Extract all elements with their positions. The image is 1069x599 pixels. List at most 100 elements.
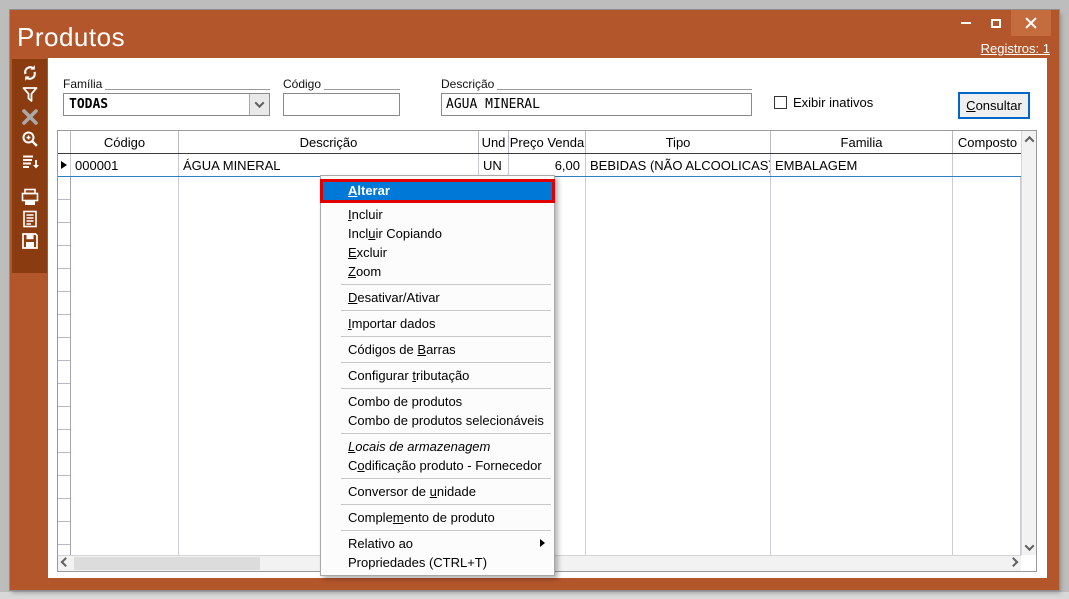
chevron-left-icon xyxy=(61,557,71,567)
menu-item-relativo-ao[interactable]: Relativo ao xyxy=(321,534,554,553)
familia-dropdown-value: TODAS xyxy=(64,94,249,115)
exibir-inativos-label: Exibir inativos xyxy=(793,95,873,110)
menu-item-combo-de-produtos[interactable]: Combo de produtos xyxy=(321,392,554,411)
familia-label-row: Família xyxy=(63,76,270,91)
close-icon xyxy=(1025,17,1037,29)
menu-item-desativar-ativar[interactable]: Desativar/Ativar xyxy=(321,288,554,307)
maximize-button[interactable] xyxy=(981,10,1011,36)
cell-tipo[interactable]: BEBIDAS (NÃO ALCOOLICAS) xyxy=(586,154,771,176)
chevron-up-icon xyxy=(1024,135,1034,145)
grid-column-line xyxy=(952,177,953,555)
codigo-field-group: Código xyxy=(283,76,400,116)
header-codigo[interactable]: Código xyxy=(71,131,179,153)
codigo-input[interactable] xyxy=(283,93,400,116)
menu-item-importar-dados[interactable]: Importar dados xyxy=(321,314,554,333)
consultar-label-post: onsultar xyxy=(976,98,1022,113)
titlebar[interactable]: Produtos Registros: 1 xyxy=(10,10,1059,58)
familia-field-group: Família TODAS xyxy=(63,76,270,116)
desktop-bottom-strip xyxy=(0,592,1069,599)
header-indicator xyxy=(58,131,71,153)
close-button[interactable] xyxy=(1011,10,1051,36)
cell-codigo[interactable]: 000001 xyxy=(71,154,179,176)
header-tipo[interactable]: Tipo xyxy=(586,131,771,153)
cell-preco-venda[interactable]: 6,00 xyxy=(509,154,586,176)
familia-dropdown-button[interactable] xyxy=(249,94,269,115)
menu-item-configurar-tributacao[interactable]: Configurar tributação xyxy=(321,366,554,385)
context-menu: Alterar Incluir Incluir Copiando Excluir… xyxy=(320,175,555,576)
refresh-button[interactable] xyxy=(17,62,43,84)
menu-item-excluir[interactable]: Excluir xyxy=(321,243,554,262)
header-familia[interactable]: Familia xyxy=(771,131,953,153)
scroll-right-button[interactable] xyxy=(1006,556,1021,571)
left-toolbar xyxy=(12,59,47,273)
exibir-inativos-checkbox[interactable] xyxy=(774,96,787,109)
current-row-marker-icon xyxy=(61,161,67,169)
menu-item-locais-de-armazenagem[interactable]: Locais de armazenagem xyxy=(321,437,554,456)
zoom-icon xyxy=(20,129,40,149)
minimize-button[interactable] xyxy=(951,10,981,36)
descricao-label-line xyxy=(497,89,752,90)
print-icon xyxy=(20,187,40,207)
menu-item-incluir[interactable]: Incluir xyxy=(321,205,554,224)
horizontal-scrollbar-thumb[interactable] xyxy=(74,557,260,570)
menu-item-alterar[interactable]: Alterar xyxy=(320,179,555,203)
print-button[interactable] xyxy=(17,186,43,208)
chevron-right-icon xyxy=(1009,557,1019,567)
header-composto[interactable]: Composto xyxy=(953,131,1023,153)
menu-item-combo-de-produtos-selecionaveis[interactable]: Combo de produtos selecionáveis xyxy=(321,411,554,430)
report-button[interactable] xyxy=(17,208,43,230)
menu-item-conversor-de-unidade[interactable]: Conversor de unidade xyxy=(321,482,554,501)
header-und[interactable]: Und xyxy=(479,131,509,153)
minimize-icon xyxy=(961,22,971,24)
cancel-x-icon xyxy=(20,107,40,127)
filter-button[interactable] xyxy=(17,84,43,106)
row-indicator-column xyxy=(58,177,71,555)
cell-und[interactable]: UN xyxy=(479,154,509,176)
window-controls xyxy=(951,10,1051,36)
sort-icon xyxy=(20,151,40,171)
cell-descricao[interactable]: ÁGUA MINERAL xyxy=(179,154,479,176)
grid-header: Código Descrição Und Preço Venda Tipo Fa… xyxy=(58,131,1036,154)
cell-composto[interactable] xyxy=(953,154,1023,176)
menu-item-codificacao-produto-fornecedor[interactable]: Codificação produto - Fornecedor xyxy=(321,456,554,475)
chevron-down-icon xyxy=(255,98,265,108)
familia-label-line xyxy=(105,89,270,90)
menu-item-incluir-copiando[interactable]: Incluir Copiando xyxy=(321,224,554,243)
menu-separator xyxy=(341,336,551,337)
menu-item-propriedades[interactable]: Propriedades (CTRL+T) xyxy=(321,553,554,572)
header-descricao[interactable]: Descrição xyxy=(179,131,479,153)
maximize-icon xyxy=(991,19,1001,28)
grid-column-line xyxy=(178,177,179,555)
descricao-input[interactable] xyxy=(441,93,752,116)
submenu-arrow-icon xyxy=(540,539,545,547)
vertical-scrollbar[interactable] xyxy=(1021,131,1036,555)
scroll-up-button[interactable] xyxy=(1022,131,1036,147)
filter-icon xyxy=(20,85,40,105)
menu-separator xyxy=(341,504,551,505)
menu-item-complemento-de-produto[interactable]: Complemento de produto xyxy=(321,508,554,527)
consultar-button[interactable]: Consultar xyxy=(958,92,1030,119)
menu-item-zoom[interactable]: Zoom xyxy=(321,262,554,281)
menu-separator xyxy=(341,433,551,434)
window-title: Produtos xyxy=(17,22,125,53)
menu-separator xyxy=(341,310,551,311)
registros-link[interactable]: Registros: 1 xyxy=(981,41,1050,56)
sort-button[interactable] xyxy=(17,150,43,172)
menu-separator xyxy=(341,530,551,531)
cancel-button[interactable] xyxy=(17,106,43,128)
descricao-field-group: Descrição xyxy=(441,76,752,116)
menu-separator xyxy=(341,284,551,285)
zoom-button[interactable] xyxy=(17,128,43,150)
save-button[interactable] xyxy=(17,230,43,252)
scroll-left-button[interactable] xyxy=(58,556,73,571)
menu-separator xyxy=(341,478,551,479)
refresh-icon xyxy=(20,63,40,83)
scroll-down-button[interactable] xyxy=(1022,539,1036,555)
codigo-label: Código xyxy=(283,77,321,91)
descricao-label-row: Descrição xyxy=(441,76,752,91)
table-row[interactable]: 000001 ÁGUA MINERAL UN 6,00 BEBIDAS (NÃO… xyxy=(58,154,1036,177)
cell-familia[interactable]: EMBALAGEM xyxy=(771,154,953,176)
menu-item-codigos-de-barras[interactable]: Códigos de Barras xyxy=(321,340,554,359)
familia-dropdown[interactable]: TODAS xyxy=(63,93,270,116)
header-preco-venda[interactable]: Preço Venda xyxy=(509,131,586,153)
